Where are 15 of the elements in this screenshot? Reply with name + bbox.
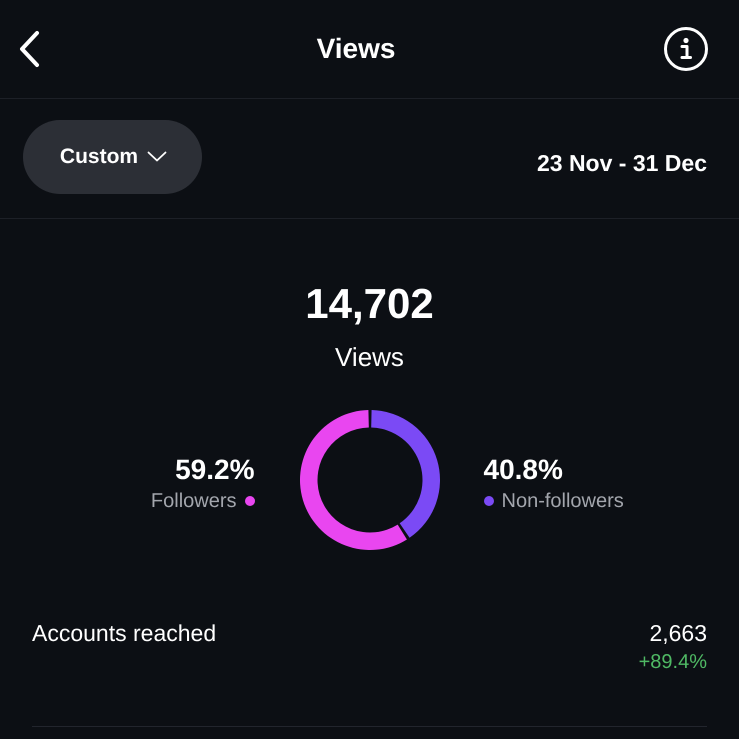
legend-label: Followers [150,488,236,514]
back-icon[interactable] [18,30,40,68]
metric-value: 2,663 [649,619,707,647]
date-range-text: 23 Nov - 31 Dec [536,150,707,177]
legend-label: Non-followers [502,488,624,514]
metric-label: Accounts reached [32,619,216,647]
chevron-down-icon [147,151,168,162]
info-icon[interactable] [664,27,708,71]
change-percentage: +89.4% [638,650,707,675]
date-range-dropdown[interactable]: Custom [23,120,202,194]
total-views-label: Views [335,341,404,373]
percentage-value: 40.8% [484,452,563,486]
percentage-value: 59.2% [175,452,254,486]
page-title: Views [316,33,396,65]
total-views-value: 14,702 [305,280,434,328]
